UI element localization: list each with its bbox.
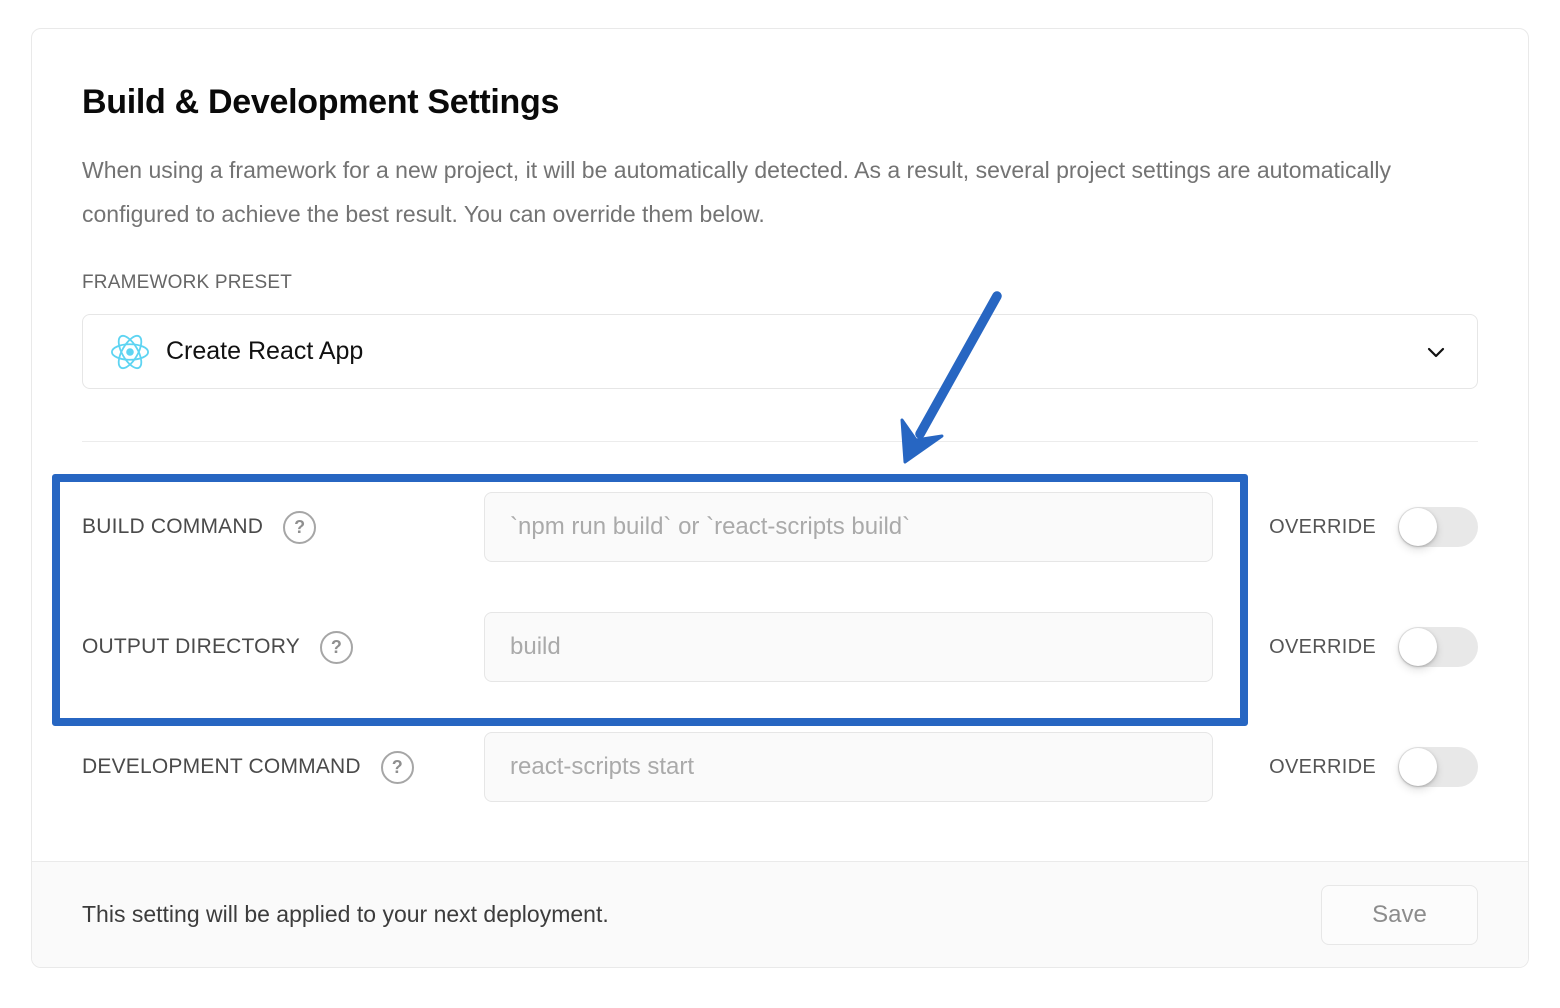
settings-description: When using a framework for a new project… bbox=[82, 148, 1450, 236]
build-command-override-toggle[interactable] bbox=[1398, 507, 1478, 547]
output-directory-input[interactable] bbox=[484, 612, 1213, 682]
build-command-row: BUILD COMMAND ? OVERRIDE bbox=[82, 492, 1478, 562]
section-divider bbox=[82, 441, 1478, 442]
build-command-label: BUILD COMMAND bbox=[82, 515, 263, 539]
output-directory-row: OUTPUT DIRECTORY ? OVERRIDE bbox=[82, 612, 1478, 682]
settings-card: Build & Development Settings When using … bbox=[31, 28, 1529, 968]
development-command-input[interactable] bbox=[484, 732, 1213, 802]
override-label: OVERRIDE bbox=[1269, 516, 1376, 539]
output-directory-label: OUTPUT DIRECTORY bbox=[82, 635, 300, 659]
toggle-knob bbox=[1399, 748, 1437, 786]
save-button[interactable]: Save bbox=[1321, 885, 1478, 945]
toggle-knob bbox=[1399, 628, 1437, 666]
override-label: OVERRIDE bbox=[1269, 636, 1376, 659]
help-icon[interactable]: ? bbox=[283, 511, 316, 544]
framework-preset-label: FRAMEWORK PRESET bbox=[82, 272, 1478, 294]
chevron-down-icon bbox=[1421, 337, 1451, 367]
output-directory-override-toggle[interactable] bbox=[1398, 627, 1478, 667]
development-command-label: DEVELOPMENT COMMAND bbox=[82, 755, 361, 779]
card-footer: This setting will be applied to your nex… bbox=[32, 861, 1528, 967]
override-label: OVERRIDE bbox=[1269, 756, 1376, 779]
framework-preset-select[interactable]: Create React App bbox=[82, 314, 1478, 389]
build-command-input[interactable] bbox=[484, 492, 1213, 562]
page-title: Build & Development Settings bbox=[82, 83, 1478, 122]
development-command-row: DEVELOPMENT COMMAND ? OVERRIDE bbox=[82, 732, 1478, 802]
framework-preset-value: Create React App bbox=[166, 337, 363, 366]
help-icon[interactable]: ? bbox=[320, 631, 353, 664]
development-command-override-toggle[interactable] bbox=[1398, 747, 1478, 787]
toggle-knob bbox=[1399, 508, 1437, 546]
help-icon[interactable]: ? bbox=[381, 751, 414, 784]
react-logo-icon bbox=[109, 333, 151, 371]
footer-note: This setting will be applied to your nex… bbox=[82, 901, 609, 928]
